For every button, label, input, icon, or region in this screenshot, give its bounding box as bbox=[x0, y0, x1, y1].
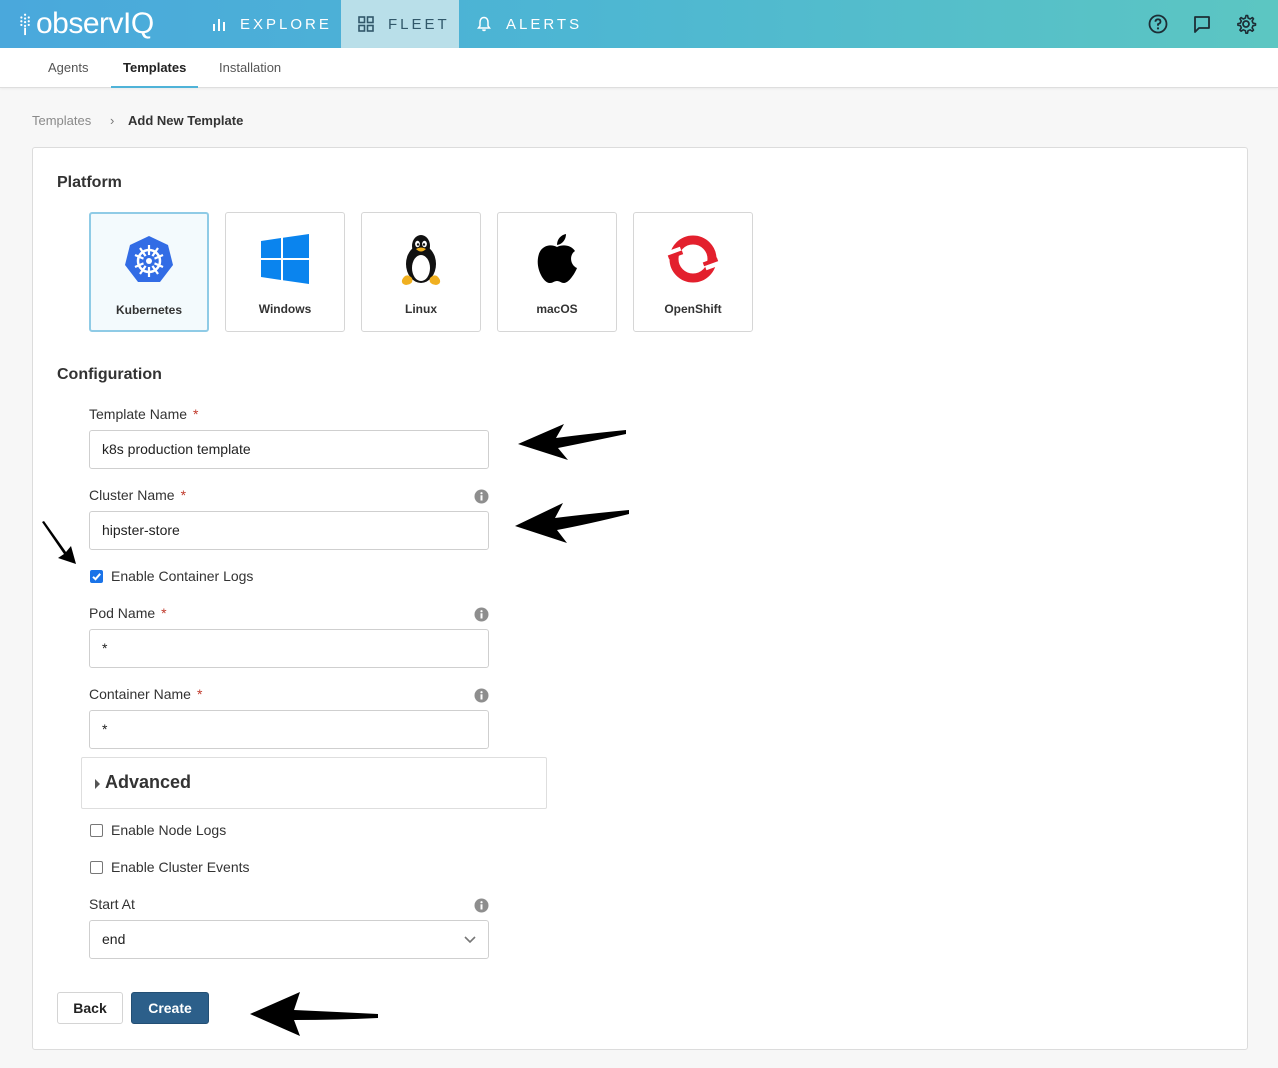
help-icon[interactable] bbox=[1147, 13, 1169, 35]
cluster-name-label-text: Cluster Name bbox=[89, 487, 175, 503]
required-marker: * bbox=[193, 406, 199, 422]
sub-navigation: Agents Templates Installation bbox=[0, 48, 1278, 88]
pod-name-label: Pod Name * bbox=[89, 605, 167, 621]
breadcrumb-separator: › bbox=[110, 113, 115, 128]
required-marker: * bbox=[180, 487, 187, 503]
logo-mark-icon bbox=[20, 13, 30, 36]
windows-icon bbox=[261, 234, 309, 284]
nav-tab-alerts-label: ALERTS bbox=[506, 15, 583, 33]
platform-card-linux[interactable]: Linux bbox=[361, 212, 481, 332]
enable-node-logs-checkbox[interactable] bbox=[90, 823, 103, 837]
create-button[interactable]: Create bbox=[131, 992, 209, 1024]
apple-icon bbox=[537, 234, 577, 284]
start-at-label: Start At bbox=[89, 896, 135, 912]
cluster-name-input[interactable]: hipster-store bbox=[89, 511, 489, 550]
subtab-templates[interactable]: Templates bbox=[111, 48, 199, 88]
platform-section-title: Platform bbox=[57, 174, 122, 191]
brand-name: observIQ bbox=[36, 7, 154, 40]
start-at-select[interactable]: end bbox=[89, 920, 489, 959]
breadcrumb-templates-link[interactable]: Templates bbox=[32, 113, 91, 128]
subtab-installation[interactable]: Installation bbox=[219, 48, 281, 88]
platform-label-kubernetes: Kubernetes bbox=[115, 303, 183, 317]
nav-tab-fleet[interactable]: FLEET bbox=[341, 0, 459, 48]
annotation-arrow-icon bbox=[42, 521, 76, 564]
cluster-name-label: Cluster Name * bbox=[89, 487, 186, 503]
advanced-label: Advanced bbox=[105, 772, 192, 792]
nav-tab-fleet-label: FLEET bbox=[388, 15, 450, 33]
top-navigation-bar: observIQ EXPLORE FLEET ALERTS bbox=[0, 0, 1278, 48]
nav-tab-explore-label: EXPLORE bbox=[240, 15, 332, 33]
back-button[interactable]: Back bbox=[57, 992, 123, 1024]
annotation-arrow-icon bbox=[250, 992, 378, 1036]
enable-cluster-events-checkbox[interactable] bbox=[90, 860, 103, 874]
enable-node-logs-label: Enable Node Logs bbox=[111, 822, 227, 838]
kubernetes-icon bbox=[125, 236, 173, 282]
nav-tab-explore[interactable]: EXPLORE bbox=[212, 0, 332, 48]
enable-cluster-events-row[interactable]: Enable Cluster Events bbox=[89, 859, 250, 875]
enable-node-logs-row[interactable]: Enable Node Logs bbox=[89, 822, 226, 838]
required-marker: * bbox=[196, 686, 203, 702]
advanced-expander[interactable]: Advanced bbox=[81, 757, 547, 809]
openshift-icon bbox=[666, 235, 720, 283]
checkmark-icon bbox=[92, 572, 101, 581]
enable-container-logs-label: Enable Container Logs bbox=[111, 568, 254, 584]
platform-card-openshift[interactable]: OpenShift bbox=[633, 212, 753, 332]
observiq-logo[interactable]: observIQ bbox=[18, 6, 154, 42]
platform-label-linux: Linux bbox=[405, 302, 437, 316]
subtab-agents[interactable]: Agents bbox=[48, 48, 88, 88]
pod-name-label-text: Pod Name bbox=[89, 605, 156, 621]
info-icon[interactable] bbox=[474, 898, 489, 913]
chevron-down-icon bbox=[464, 936, 476, 944]
platform-label-windows: Windows bbox=[258, 302, 312, 316]
template-name-input[interactable]: k8s production template bbox=[89, 430, 489, 469]
enable-container-logs-row[interactable]: Enable Container Logs bbox=[89, 568, 253, 584]
enable-cluster-events-label: Enable Cluster Events bbox=[111, 859, 250, 875]
platform-card-windows[interactable]: Windows bbox=[225, 212, 345, 332]
configuration-section-title: Configuration bbox=[57, 366, 162, 383]
linux-tux-icon bbox=[401, 235, 441, 285]
template-name-label-text: Template Name bbox=[89, 406, 188, 422]
bell-icon bbox=[477, 16, 491, 32]
grid-icon bbox=[358, 16, 374, 32]
platform-card-macos[interactable]: macOS bbox=[497, 212, 617, 332]
annotation-arrow-icon bbox=[518, 424, 626, 460]
required-marker: * bbox=[161, 605, 167, 621]
settings-icon[interactable] bbox=[1235, 13, 1257, 35]
pod-name-input[interactable]: * bbox=[89, 629, 489, 668]
template-name-label: Template Name * bbox=[89, 406, 199, 422]
platform-card-kubernetes[interactable]: Kubernetes bbox=[89, 212, 209, 332]
container-name-label-text: Container Name bbox=[89, 686, 191, 702]
caret-right-icon bbox=[95, 779, 100, 789]
container-name-label: Container Name * bbox=[89, 686, 202, 702]
info-icon[interactable] bbox=[474, 688, 489, 703]
annotation-arrow-icon bbox=[515, 503, 629, 543]
info-icon[interactable] bbox=[474, 489, 489, 504]
info-icon[interactable] bbox=[474, 607, 489, 622]
platform-label-macos: macOS bbox=[536, 302, 578, 316]
enable-container-logs-checkbox[interactable] bbox=[90, 569, 103, 583]
breadcrumb-current: Add New Template bbox=[128, 113, 244, 128]
bar-chart-icon bbox=[213, 19, 225, 31]
chat-icon[interactable] bbox=[1191, 13, 1213, 35]
platform-label-openshift: OpenShift bbox=[664, 302, 722, 316]
nav-tab-alerts[interactable]: ALERTS bbox=[476, 0, 582, 48]
container-name-input[interactable]: * bbox=[89, 710, 489, 749]
start-at-value: end bbox=[102, 931, 126, 947]
